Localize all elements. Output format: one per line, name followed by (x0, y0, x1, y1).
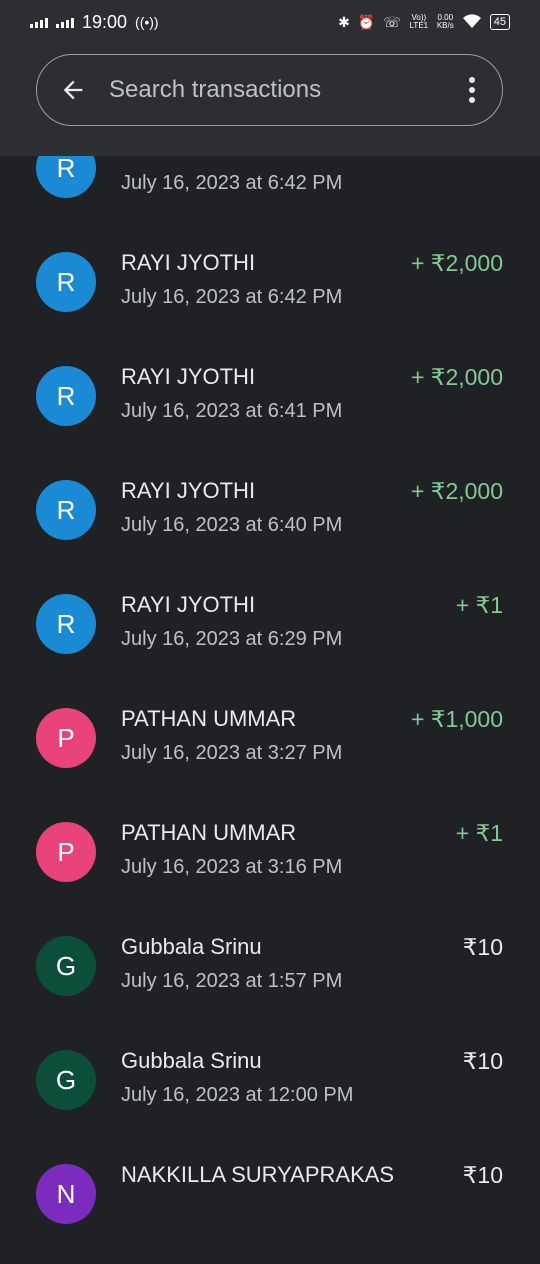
transaction-row[interactable]: R RAYI JYOTHI July 16, 2023 at 6:42 PM + ₹2… (0, 238, 540, 352)
bluetooth-icon: ✱ (338, 14, 350, 30)
avatar: R (36, 594, 96, 654)
transaction-row[interactable]: G Gubbala Srinu July 16, 2023 at 1:57 PM ₹1… (0, 922, 540, 1036)
avatar: P (36, 708, 96, 768)
transaction-amount: + ₹1 (455, 820, 503, 846)
transaction-row[interactable]: P PATHAN UMMAR July 16, 2023 at 3:27 PM + ₹… (0, 694, 540, 808)
payee-name: Gubbala Srinu (121, 934, 262, 959)
back-button[interactable] (37, 54, 109, 126)
transaction-date: July 16, 2023 at 6:42 PM (121, 172, 343, 194)
arrow-back-icon (63, 80, 83, 100)
transaction-date: July 16, 2023 at 6:29 PM (121, 628, 343, 650)
net-speed-unit: KB/s (436, 21, 454, 30)
payee-name: NAKKILLA SURYAPRAKAS (121, 1162, 395, 1187)
volte-indicator: Vo)) LTE1 (409, 13, 429, 30)
transaction-date: July 16, 2023 at 1:57 PM (121, 970, 343, 992)
transaction-row[interactable]: P PATHAN UMMAR July 16, 2023 at 3:16 PM + ₹… (0, 808, 540, 922)
transaction-date: July 16, 2023 at 6:41 PM (121, 400, 343, 422)
transaction-amount: ₹10 (462, 1048, 503, 1074)
transaction-row[interactable]: R RAYI JYOTHI July 16, 2023 at 6:40 PM + ₹2… (0, 466, 540, 580)
avatar: R (36, 366, 96, 426)
status-left: 19:00 ((•)) (30, 12, 159, 33)
search-bar[interactable]: Search transactions (36, 54, 503, 126)
payee-name: RAYI JYOTHI (121, 364, 256, 389)
wifi-call-icon: ☏ (383, 14, 401, 30)
avatar: R (36, 252, 96, 312)
transaction-amount: + ₹1 (455, 592, 503, 618)
transaction-amount: ₹10 (462, 934, 503, 960)
transaction-row[interactable]: G Gubbala Srinu July 16, 2023 at 12:00 PM ₹… (0, 1036, 540, 1150)
transaction-row[interactable]: R RAYI JYOTHI July 16, 2023 at 6:41 PM + ₹2… (0, 352, 540, 466)
more-vert-icon (469, 77, 475, 103)
avatar: N (36, 1164, 96, 1224)
payee-name: RAYI JYOTHI (121, 478, 256, 503)
status-right: ✱ ⏰ ☏ Vo)) LTE1 0.00 KB/s 45 (338, 13, 510, 31)
battery-icon: 45 (489, 14, 510, 30)
payee-name: PATHAN UMMAR (121, 820, 297, 845)
payee-name: RAYI JYOTHI (121, 592, 256, 617)
alarm-icon: ⏰ (357, 14, 376, 30)
search-input[interactable]: Search transactions (109, 76, 442, 104)
wifi-icon (462, 13, 482, 31)
transaction-amount: + ₹2,000 (410, 364, 503, 390)
transaction-amount: + ₹1,000 (410, 706, 503, 732)
transaction-amount: + ₹2,000 (410, 250, 503, 276)
avatar: R (36, 480, 96, 540)
avatar: G (36, 1050, 96, 1110)
transaction-row[interactable]: R RAYI JYOTHI July 16, 2023 at 6:29 PM + ₹1 (0, 580, 540, 694)
transaction-date: July 16, 2023 at 6:42 PM (121, 286, 343, 308)
signal-sim1-icon (30, 16, 48, 28)
transaction-amount: ₹10 (462, 1162, 503, 1188)
avatar: P (36, 822, 96, 882)
hotspot-icon: ((•)) (135, 14, 159, 30)
status-time: 19:00 (82, 11, 128, 32)
payee-name: PATHAN UMMAR (121, 706, 297, 731)
transaction-row[interactable]: N NAKKILLA SURYAPRAKAS ₹10 (0, 1150, 540, 1264)
transaction-date: July 16, 2023 at 12:00 PM (121, 1084, 354, 1106)
avatar: G (36, 936, 96, 996)
top-app-bar: 19:00 ((•)) ✱ ⏰ ☏ Vo)) LTE1 0.00 KB/s 45… (0, 0, 540, 156)
status-bar: 19:00 ((•)) ✱ ⏰ ☏ Vo)) LTE1 0.00 KB/s 45 (0, 0, 540, 44)
transaction-date: July 16, 2023 at 3:16 PM (121, 856, 343, 878)
transaction-date: July 16, 2023 at 3:27 PM (121, 742, 343, 764)
transaction-amount: + ₹2,000 (410, 478, 503, 504)
transaction-date: July 16, 2023 at 6:40 PM (121, 514, 343, 536)
more-options-button[interactable] (442, 54, 502, 126)
payee-name: RAYI JYOTHI (121, 250, 256, 275)
signal-sim2-icon (56, 16, 74, 28)
payee-name: Gubbala Srinu (121, 1048, 262, 1073)
net-speed: 0.00 KB/s (437, 14, 454, 30)
